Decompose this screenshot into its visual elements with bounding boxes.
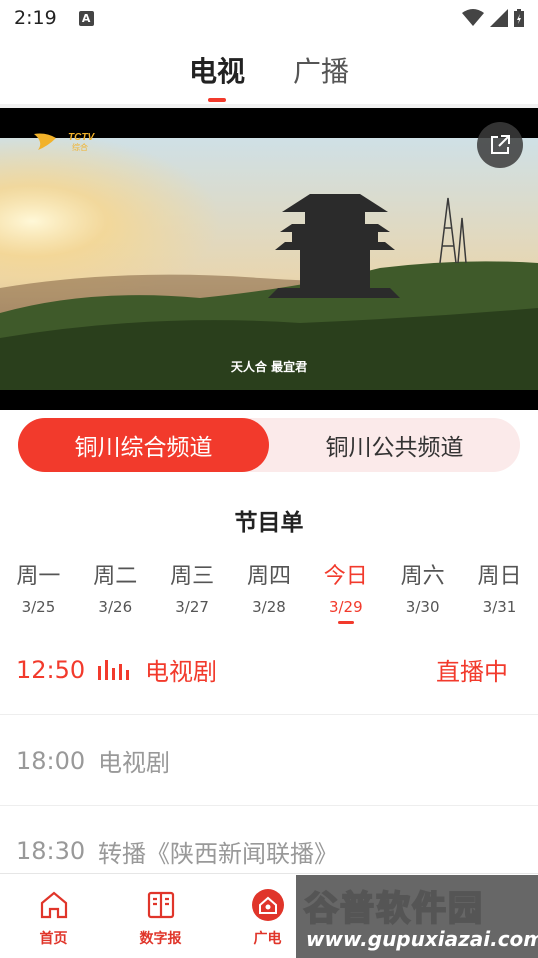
- playing-bars-icon: [98, 659, 129, 680]
- schedule-title: 节目单: [234, 510, 304, 536]
- logo-text: TCTV: [68, 132, 95, 143]
- notification-a-icon: A: [78, 10, 94, 26]
- media-tabs: 电视 广播: [0, 36, 538, 102]
- channel-tongchuan-public[interactable]: 铜川公共频道: [269, 418, 520, 472]
- video-frame: [0, 138, 538, 390]
- nav-digital-paper-label: 数字报: [139, 931, 182, 947]
- channel-tongchuan-general[interactable]: 铜川综合频道: [18, 418, 269, 472]
- program-name: 电视剧: [98, 749, 170, 777]
- day-name: 周一: [16, 564, 61, 589]
- nav-item-digital-paper[interactable]: 数字报: [107, 874, 214, 958]
- tab-radio-label: 广播: [293, 55, 350, 88]
- day-name: 周四: [246, 564, 291, 589]
- day-date: 3/31: [482, 598, 517, 616]
- day-name: 周六: [400, 564, 445, 589]
- day-name: 周二: [93, 564, 138, 589]
- day-active-indicator: [337, 621, 354, 624]
- program-time: 18:00: [16, 746, 86, 775]
- day-name: 周日: [477, 564, 522, 589]
- day-item-today[interactable]: 今日 3/29: [310, 558, 382, 628]
- day-item-tue[interactable]: 周二 3/26: [79, 558, 151, 628]
- tctv-logo: TCTV 综合: [34, 132, 95, 152]
- day-date: 3/29: [328, 598, 363, 616]
- day-selector: 周一 3/25 周二 3/26 周三 3/27 周四 3/28 今日 3/29 周六 3/3…: [0, 558, 538, 628]
- day-item-mon[interactable]: 周一 3/25: [2, 558, 74, 628]
- share-button[interactable]: [477, 122, 523, 168]
- watermark: 谷普软件园 www.gupuxiazai.com: [296, 875, 538, 958]
- day-date: 3/25: [21, 598, 56, 616]
- logo-subtext: 综合: [72, 142, 88, 152]
- status-bar: 2:19 A: [0, 0, 538, 36]
- wifi-icon: [462, 9, 484, 26]
- nav-home-label: 首页: [39, 931, 68, 947]
- watermark-url: www.gupuxiazai.com: [306, 927, 538, 951]
- day-date: 3/26: [98, 598, 133, 616]
- tab-active-indicator: [207, 98, 226, 102]
- day-name: 今日: [323, 564, 368, 589]
- share-icon: [491, 135, 510, 154]
- day-item-sat[interactable]: 周六 3/30: [387, 558, 459, 628]
- tv-icon: [251, 888, 285, 922]
- status-time: 2:19: [14, 7, 57, 29]
- day-date: 3/27: [175, 598, 209, 616]
- watermark-title: 谷普软件园: [303, 888, 484, 930]
- book-icon: [144, 888, 178, 922]
- video-caption: 天人合 最宜君: [230, 360, 308, 374]
- program-time: 12:50: [16, 655, 86, 684]
- signal-icon: [490, 9, 508, 27]
- day-item-wed[interactable]: 周三 3/27: [156, 558, 228, 628]
- tab-tv-label: 电视: [188, 55, 245, 88]
- nav-broadcast-label: 广电: [253, 931, 282, 947]
- program-row[interactable]: 18:00 电视剧: [0, 716, 538, 806]
- home-icon: [37, 888, 71, 922]
- day-date: 3/28: [252, 598, 286, 616]
- day-date: 3/30: [405, 598, 440, 616]
- program-row-live[interactable]: 12:50 电视剧 直播中: [0, 625, 538, 715]
- battery-icon: [514, 9, 524, 27]
- day-item-thu[interactable]: 周四 3/28: [233, 558, 305, 628]
- tab-radio[interactable]: 广播: [293, 36, 349, 102]
- day-item-sun[interactable]: 周日 3/31: [463, 558, 535, 628]
- program-name: 电视剧: [145, 658, 217, 686]
- tab-tv[interactable]: 电视: [189, 36, 245, 102]
- program-name: 转播《陕西新闻联播》: [98, 839, 338, 868]
- program-time: 18:30: [16, 837, 86, 865]
- video-player[interactable]: TCTV 综合 天人合 最宜君: [0, 108, 538, 410]
- day-name: 周三: [170, 564, 215, 589]
- nav-item-home[interactable]: 首页: [0, 874, 107, 958]
- channel-switch: 铜川综合频道 铜川公共频道: [18, 418, 520, 472]
- live-status: 直播中: [436, 658, 508, 686]
